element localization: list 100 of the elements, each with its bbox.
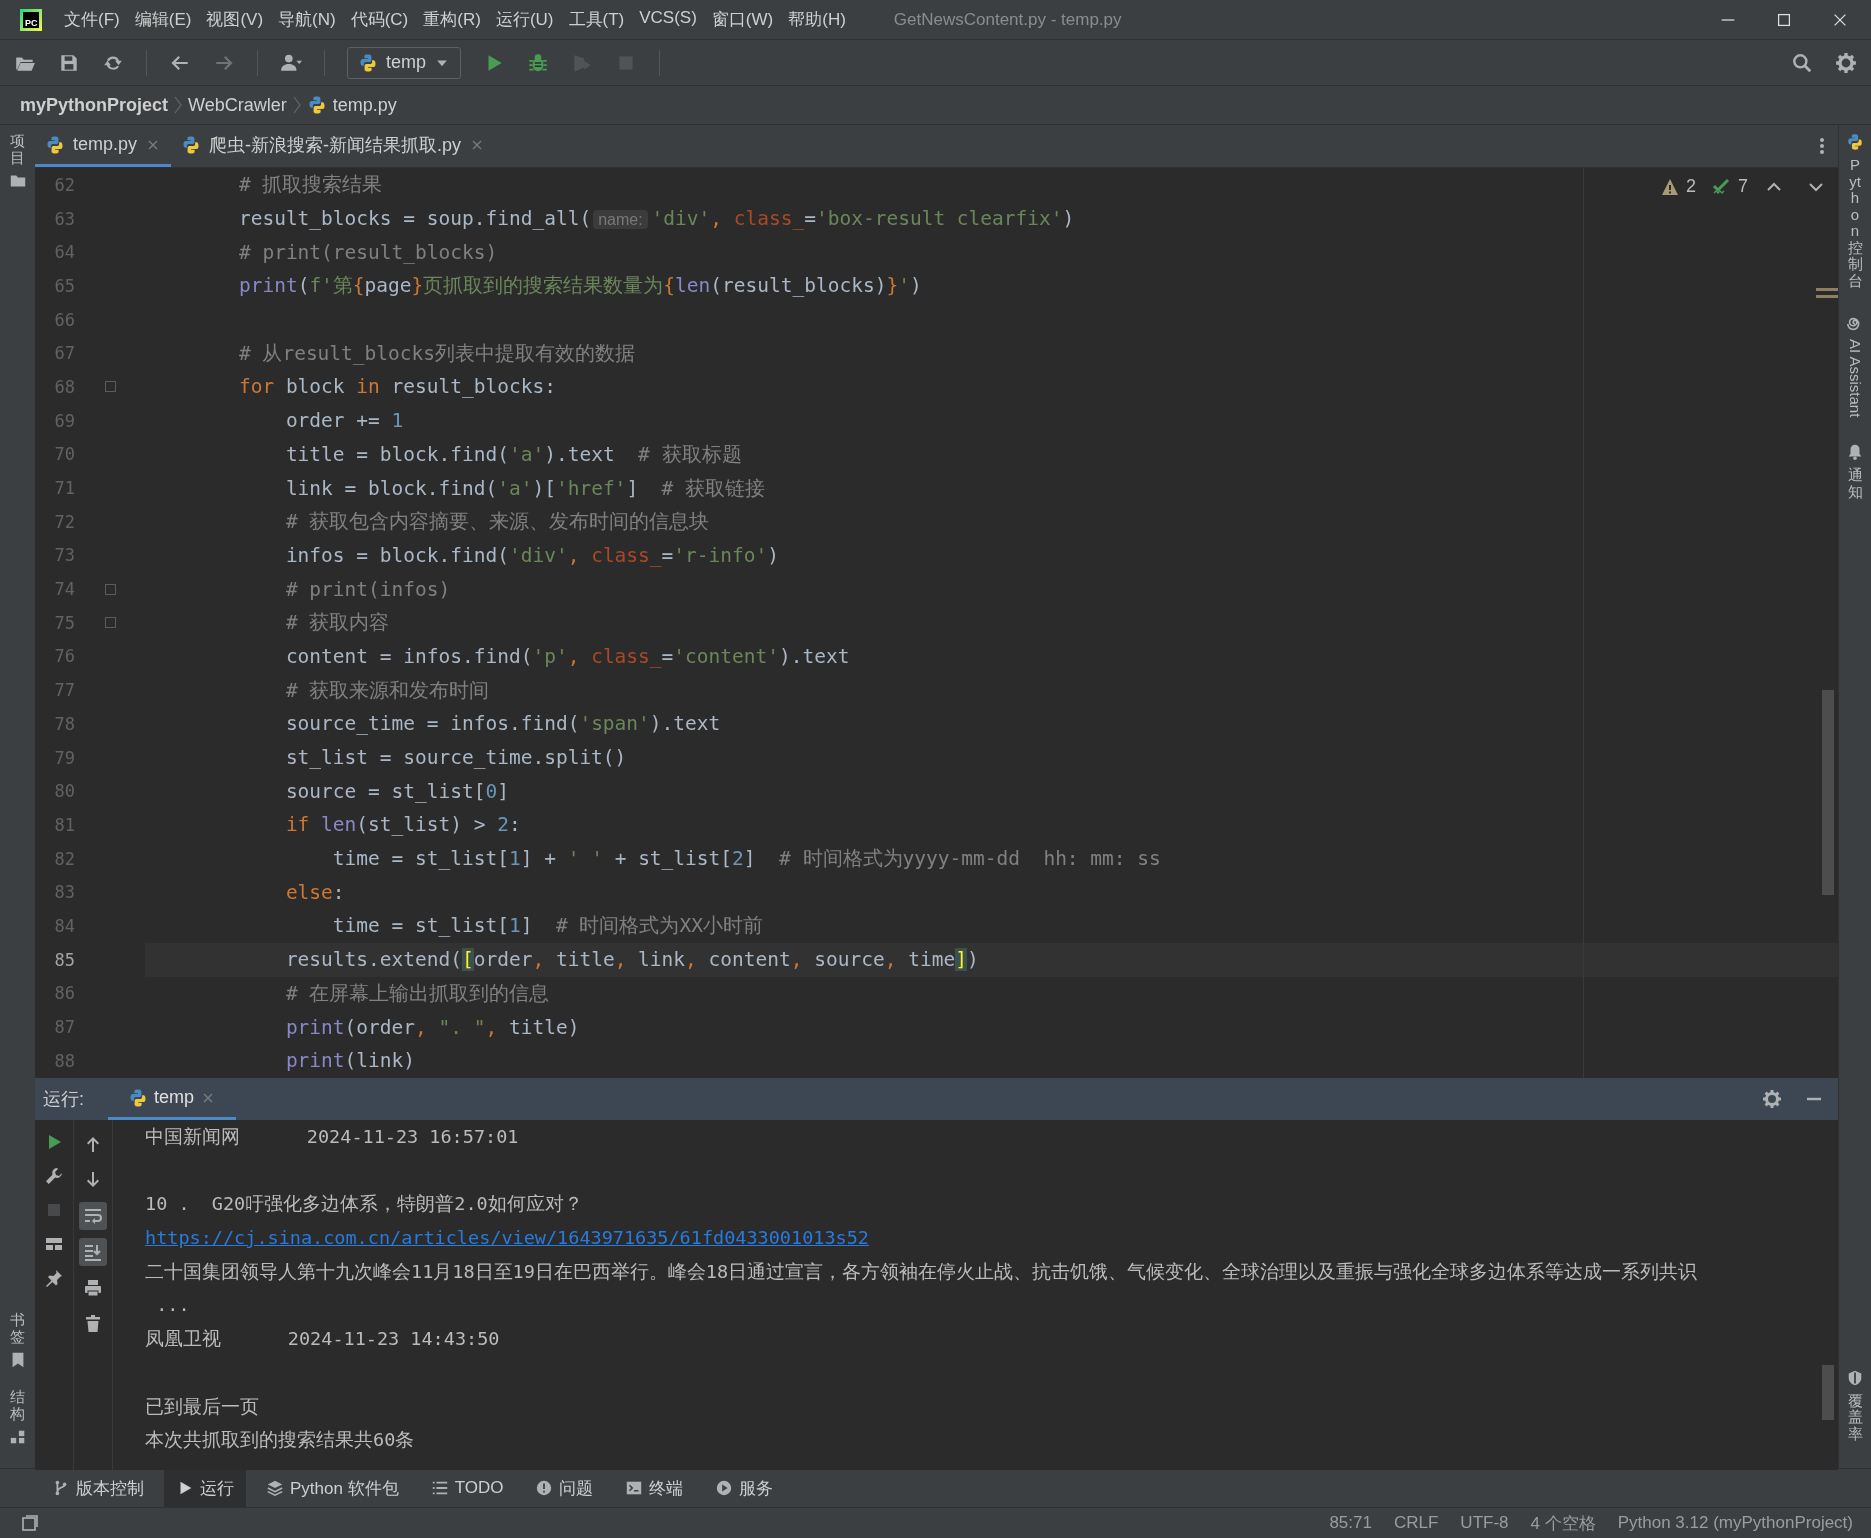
- code-line: if len(st_list) > 2:: [284, 813, 521, 837]
- printer-icon[interactable]: [83, 1278, 103, 1298]
- line-number: 82: [53, 848, 75, 869]
- menu-item[interactable]: 运行(U): [495, 8, 554, 31]
- layers-icon: [266, 1479, 284, 1497]
- code-line: # 抓取搜索结果: [237, 172, 383, 199]
- line-number: 88: [53, 1050, 75, 1071]
- menu-item[interactable]: 编辑(E): [134, 8, 192, 31]
- tool-window-tab[interactable]: 问题: [523, 1469, 606, 1507]
- wrench-icon[interactable]: [44, 1166, 64, 1186]
- bell-icon[interactable]: [1846, 443, 1864, 462]
- error-stripe-marker[interactable]: [1816, 288, 1838, 298]
- bug-icon[interactable]: [527, 51, 550, 74]
- line-number: 87: [53, 1017, 75, 1038]
- output-line: ...: [155, 1294, 190, 1316]
- menu-item[interactable]: 代码(C): [350, 8, 409, 31]
- status-item[interactable]: CRLF: [1393, 1513, 1439, 1533]
- code-line: link = block.find('a')['href'] # 获取链接: [284, 475, 766, 502]
- menu-item[interactable]: 窗口(W): [711, 8, 774, 31]
- shield-icon[interactable]: [1846, 1368, 1864, 1387]
- tool-window-tab[interactable]: 运行: [164, 1469, 246, 1507]
- warning-count[interactable]: 2: [1685, 176, 1696, 197]
- code-line: else:: [284, 880, 345, 904]
- line-number: 64: [53, 242, 75, 263]
- code-line: source_time = infos.find('span').text: [284, 712, 721, 736]
- code-line: time = st_list[1] + ' ' + st_list[2] # 时间格式为yyyy-mm-dd hh: mm: ss: [331, 846, 1161, 873]
- tool-window-label[interactable]: 书签: [10, 1312, 25, 1345]
- code-line: # 获取来源和发布时间: [284, 677, 490, 704]
- tool-window-tab[interactable]: TODO: [418, 1469, 516, 1507]
- soft-wrap-icon[interactable]: [83, 1206, 103, 1226]
- status-item[interactable]: Python 3.12 (myPythonProject): [1617, 1513, 1853, 1533]
- search-icon[interactable]: [1791, 51, 1813, 74]
- line-number: 67: [53, 343, 75, 364]
- code-line: # 获取内容: [284, 610, 390, 637]
- tool-window-label[interactable]: 通知: [1847, 467, 1863, 501]
- line-number: 65: [53, 275, 75, 296]
- status-item[interactable]: 4 个空格: [1530, 1511, 1596, 1535]
- menu-item[interactable]: VCS(S): [639, 8, 697, 31]
- chevron-icon: [174, 95, 183, 115]
- output-line: 凤凰卫视 2024-11-23 14:43:50: [145, 1328, 500, 1350]
- breadcrumb-item[interactable]: myPythonProject: [20, 94, 169, 116]
- run-config-dropdown[interactable]: temp: [347, 46, 462, 79]
- code-line: print(f'第{page}页抓取到的搜索结果数量为{len(result_blocks)}'): [237, 273, 922, 300]
- line-number: 68: [53, 376, 75, 397]
- tool-window-label[interactable]: 覆盖率: [1847, 1392, 1863, 1442]
- code-line: for block in result_blocks:: [237, 375, 556, 399]
- tool-window-label[interactable]: AI Assistant: [1846, 339, 1864, 418]
- tool-window-tab[interactable]: 终端: [613, 1469, 696, 1507]
- trash-icon[interactable]: [83, 1314, 103, 1334]
- line-number: 62: [53, 174, 75, 195]
- code-line: time = st_list[1] # 时间格式为XX小时前: [331, 913, 763, 940]
- scrollbar-thumb[interactable]: [1822, 1365, 1834, 1420]
- code-line: infos = block.find('div', class_='r-info'): [284, 543, 779, 567]
- menu-item[interactable]: 导航(N): [278, 8, 336, 31]
- settings-icon[interactable]: [1762, 1089, 1782, 1109]
- weak-warning-count[interactable]: 7: [1738, 176, 1748, 197]
- code-line: source = st_list[0]: [284, 779, 509, 803]
- scrollbar-thumb[interactable]: [1822, 690, 1834, 895]
- tool-window-label[interactable]: 项目: [10, 133, 25, 166]
- panel-toggle-icon[interactable]: [20, 1513, 40, 1533]
- terminal-icon: [625, 1479, 644, 1497]
- breadcrumb-item[interactable]: WebCrawler: [188, 94, 287, 116]
- output-line: 中国新闻网 2024-11-23 16:57:01: [145, 1126, 519, 1147]
- fold-marker-icon[interactable]: [104, 583, 116, 595]
- line-number: 76: [53, 646, 75, 667]
- tool-window-label[interactable]: Python 控制台: [1847, 157, 1863, 289]
- line-number: 63: [53, 208, 75, 229]
- menu-item[interactable]: 重构(R): [423, 8, 481, 31]
- tool-window-label[interactable]: 结构: [10, 1389, 25, 1422]
- fold-marker-icon[interactable]: [104, 617, 116, 629]
- editor-tab[interactable]: 爬虫-新浪搜索-新闻结果抓取.py: [171, 125, 496, 167]
- menu-item[interactable]: 视图(V): [206, 8, 264, 31]
- python-icon[interactable]: [1846, 133, 1864, 151]
- line-number: 83: [53, 882, 75, 903]
- breadcrumb-item[interactable]: temp.py: [332, 94, 397, 116]
- menu-item[interactable]: 帮助(H): [788, 8, 846, 31]
- code-line: # 从result_blocks列表中提取有效的数据: [237, 340, 636, 367]
- menu-item[interactable]: 工具(T): [568, 8, 625, 31]
- list-icon: [430, 1479, 449, 1497]
- tool-window-tab[interactable]: 服务: [703, 1469, 786, 1507]
- scroll-to-end-icon[interactable]: [83, 1242, 103, 1262]
- menu-item[interactable]: 文件(F): [64, 8, 120, 31]
- app-logo: PC: [20, 8, 42, 31]
- pin-icon[interactable]: [44, 1268, 64, 1288]
- status-item[interactable]: UTF-8: [1460, 1513, 1509, 1533]
- output-line: 已到最后一页: [145, 1395, 259, 1417]
- line-number: 85: [53, 949, 75, 970]
- code-line: # print(infos): [284, 577, 451, 601]
- code-line: title = block.find('a').text # 获取标题: [284, 441, 742, 468]
- line-number: 79: [53, 747, 75, 768]
- code-line: st_list = source_time.split(): [284, 746, 627, 770]
- tool-window-tab[interactable]: 版本控制: [40, 1469, 156, 1507]
- fold-marker-icon[interactable]: [104, 381, 116, 393]
- status-item[interactable]: 85:71: [1329, 1513, 1372, 1533]
- structure-icon[interactable]: [8, 1428, 27, 1446]
- line-number: 78: [53, 713, 75, 734]
- settings-icon[interactable]: [1835, 51, 1857, 74]
- tool-window-tab[interactable]: Python 软件包: [254, 1469, 411, 1507]
- line-number: 77: [53, 680, 75, 701]
- code-line: print(order, ". ", title): [284, 1015, 580, 1039]
